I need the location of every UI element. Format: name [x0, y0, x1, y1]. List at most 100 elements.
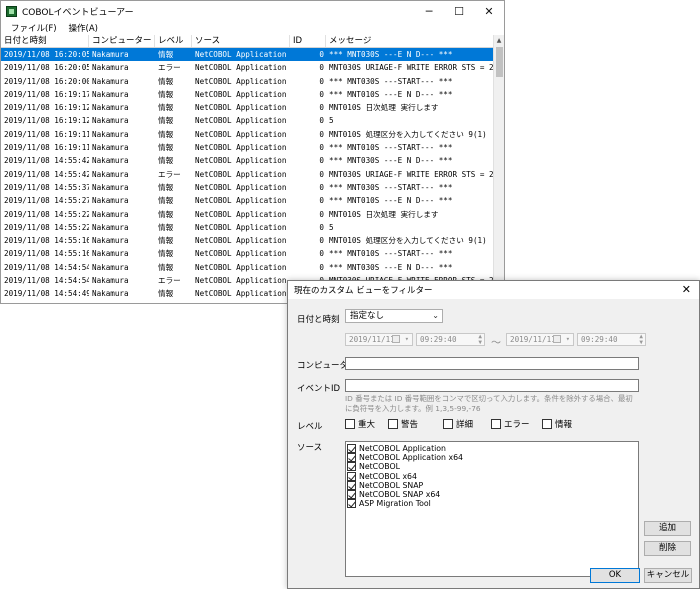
- checkbox-icon[interactable]: [491, 419, 501, 429]
- column-header-message[interactable]: メッセージ: [326, 35, 494, 47]
- table-row[interactable]: 2019/11/08 14:55:22 Nakamura 情報 NetCOBOL Ap…: [1, 221, 494, 234]
- level-checkbox[interactable]: 詳細: [443, 418, 473, 430]
- cell-source: NetCOBOL Application x64: [195, 50, 290, 59]
- checkbox-icon[interactable]: [347, 499, 356, 509]
- checkbox-icon[interactable]: [542, 419, 552, 429]
- cell-id: 0: [319, 236, 324, 246]
- from-time-picker[interactable]: 09:29:40 ▲ ▼: [416, 333, 485, 346]
- column-header-computer[interactable]: コンピューター: [89, 35, 155, 47]
- cell-id: 0: [319, 116, 324, 126]
- menu-file[interactable]: ファイル(F): [11, 22, 57, 34]
- cell-computer: Nakamura: [92, 169, 129, 179]
- cell-level: 情報: [158, 50, 174, 59]
- close-button[interactable]: ✕: [474, 1, 504, 21]
- table-row[interactable]: 2019/11/08 14:55:42 Nakamura 情報 NetCOBOL Ap…: [1, 154, 494, 167]
- scroll-up-icon[interactable]: ▲: [494, 35, 504, 46]
- table-row[interactable]: 2019/11/08 16:19:12 Nakamura 情報 NetCOBOL Ap…: [1, 101, 494, 114]
- close-icon: ✕: [484, 4, 494, 18]
- cell-id: 0: [319, 143, 324, 153]
- table-row[interactable]: 2019/11/08 16:20:05 Nakamura エラー NetCOBOL A…: [1, 61, 494, 74]
- table-row[interactable]: 2019/11/08 16:19:17 Nakamura 情報 NetCOBOL Ap…: [1, 88, 494, 101]
- list-item[interactable]: NetCOBOL Application: [347, 444, 638, 454]
- list-item[interactable]: NetCOBOL x64: [347, 472, 638, 481]
- menu-action[interactable]: 操作(A): [69, 22, 98, 34]
- cell-date: 2019/11/08 16:20:05: [4, 50, 89, 59]
- column-header-date[interactable]: 日付と時刻: [1, 35, 89, 47]
- source-item-label: NetCOBOL Application: [359, 444, 447, 453]
- table-row[interactable]: 2019/11/08 14:54:54 Nakamura 情報 NetCOBOL Ap…: [1, 261, 494, 274]
- table-row[interactable]: 2019/11/08 14:55:27 Nakamura 情報 NetCOBOL Ap…: [1, 194, 494, 207]
- cell-computer: Nakamura: [92, 262, 129, 272]
- list-item[interactable]: NetCOBOL Application x64: [347, 453, 638, 463]
- table-row[interactable]: 2019/11/08 14:55:16 Nakamura 情報 NetCOBOL Ap…: [1, 247, 494, 260]
- cell-source: NetCOBOL Application x64: [195, 116, 290, 126]
- from-date-picker[interactable]: 2019/11/11 ▾: [345, 333, 413, 346]
- cancel-button[interactable]: キャンセル: [644, 568, 692, 583]
- level-checkbox-label: 警告: [401, 420, 419, 430]
- datetime-select[interactable]: 指定なし ⌄: [345, 309, 443, 323]
- spinner-icon: ▲ ▼: [639, 333, 643, 346]
- column-header-source[interactable]: ソース: [192, 35, 290, 47]
- level-checkbox[interactable]: 警告: [388, 418, 418, 430]
- checkbox-icon[interactable]: [347, 453, 356, 463]
- table-row[interactable]: 2019/11/08 16:19:11 Nakamura 情報 NetCOBOL Ap…: [1, 141, 494, 154]
- minimize-button[interactable]: ─: [414, 1, 444, 21]
- to-time-picker[interactable]: 09:29:40 ▲ ▼: [577, 333, 646, 346]
- cell-source: NetCOBOL Application x64: [195, 156, 290, 166]
- cell-id: 0: [319, 76, 324, 86]
- checkbox-icon[interactable]: [443, 419, 453, 429]
- table-row[interactable]: 2019/11/08 16:20:05 Nakamura 情報 NetCOBOL Ap…: [1, 48, 494, 62]
- table-row[interactable]: 2019/11/08 14:55:37 Nakamura 情報 NetCOBOL Ap…: [1, 181, 494, 194]
- checkbox-icon[interactable]: [347, 471, 356, 481]
- level-checkbox[interactable]: エラー: [491, 418, 530, 430]
- cell-date: 2019/11/08 14:54:54: [4, 262, 89, 272]
- ok-button[interactable]: OK: [590, 568, 640, 583]
- computer-input[interactable]: [345, 357, 639, 370]
- delete-button[interactable]: 削除: [644, 541, 691, 556]
- to-date-picker[interactable]: 2019/11/11 ▾: [506, 333, 574, 346]
- checkbox-icon[interactable]: [347, 444, 356, 454]
- cell-id: 0: [319, 89, 324, 99]
- table-row[interactable]: 2019/11/08 16:20:00 Nakamura 情報 NetCOBOL Ap…: [1, 75, 494, 88]
- scroll-thumb[interactable]: [496, 47, 503, 77]
- checkbox-icon[interactable]: [347, 490, 356, 500]
- source-label: ソース: [297, 443, 323, 453]
- checkbox-icon[interactable]: [345, 419, 355, 429]
- cell-message: MNT010S 処理区分を入力してください 9(1): [329, 236, 487, 246]
- cell-source: NetCOBOL Application x64: [195, 289, 290, 299]
- table-row[interactable]: 2019/11/08 16:19:11 Nakamura 情報 NetCOBOL Ap…: [1, 128, 494, 141]
- cell-computer: Nakamura: [92, 89, 129, 99]
- cell-source: NetCOBOL Application x64: [195, 236, 290, 246]
- column-header-level[interactable]: レベル: [155, 35, 192, 47]
- eventid-input[interactable]: [345, 379, 639, 392]
- chevron-down-icon: ⌄: [432, 311, 439, 320]
- level-checkbox[interactable]: 情報: [542, 418, 572, 430]
- vertical-scrollbar[interactable]: ▲: [493, 35, 504, 303]
- table-row[interactable]: 2019/11/08 16:19:12 Nakamura 情報 NetCOBOL Ap…: [1, 114, 494, 127]
- level-checkbox[interactable]: 重大: [345, 418, 375, 430]
- list-item[interactable]: NetCOBOL: [347, 462, 638, 472]
- list-item[interactable]: NetCOBOL SNAP: [347, 481, 638, 490]
- cell-source: NetCOBOL Application x64: [195, 169, 290, 179]
- checkbox-icon[interactable]: [347, 480, 356, 490]
- dialog-close-icon[interactable]: ✕: [682, 283, 691, 296]
- cell-message: *** MNT030S ---E N D--- ***: [329, 50, 453, 59]
- checkbox-icon[interactable]: [388, 419, 398, 429]
- maximize-button[interactable]: ☐: [444, 1, 474, 21]
- column-header-id[interactable]: ID: [290, 35, 326, 47]
- table-row[interactable]: 2019/11/08 14:55:42 Nakamura エラー NetCOBOL A…: [1, 168, 494, 181]
- cell-level: 情報: [158, 209, 174, 219]
- chevron-down-icon: ▾: [565, 335, 570, 343]
- table-row[interactable]: 2019/11/08 14:55:22 Nakamura 情報 NetCOBOL Ap…: [1, 208, 494, 221]
- list-item[interactable]: ASP Migration Tool: [347, 499, 638, 509]
- cell-date: 2019/11/08 16:19:12: [4, 103, 89, 113]
- cell-level: エラー: [158, 63, 181, 73]
- table-row[interactable]: 2019/11/08 14:55:16 Nakamura 情報 NetCOBOL Ap…: [1, 234, 494, 247]
- cell-id: 0: [319, 50, 324, 59]
- checkbox-icon[interactable]: [347, 462, 356, 472]
- cell-date: 2019/11/08 14:55:37: [4, 182, 89, 192]
- cell-level: 情報: [158, 76, 174, 86]
- list-item[interactable]: NetCOBOL SNAP x64: [347, 490, 638, 500]
- add-button[interactable]: 追加: [644, 521, 691, 536]
- cell-level: 情報: [158, 116, 174, 126]
